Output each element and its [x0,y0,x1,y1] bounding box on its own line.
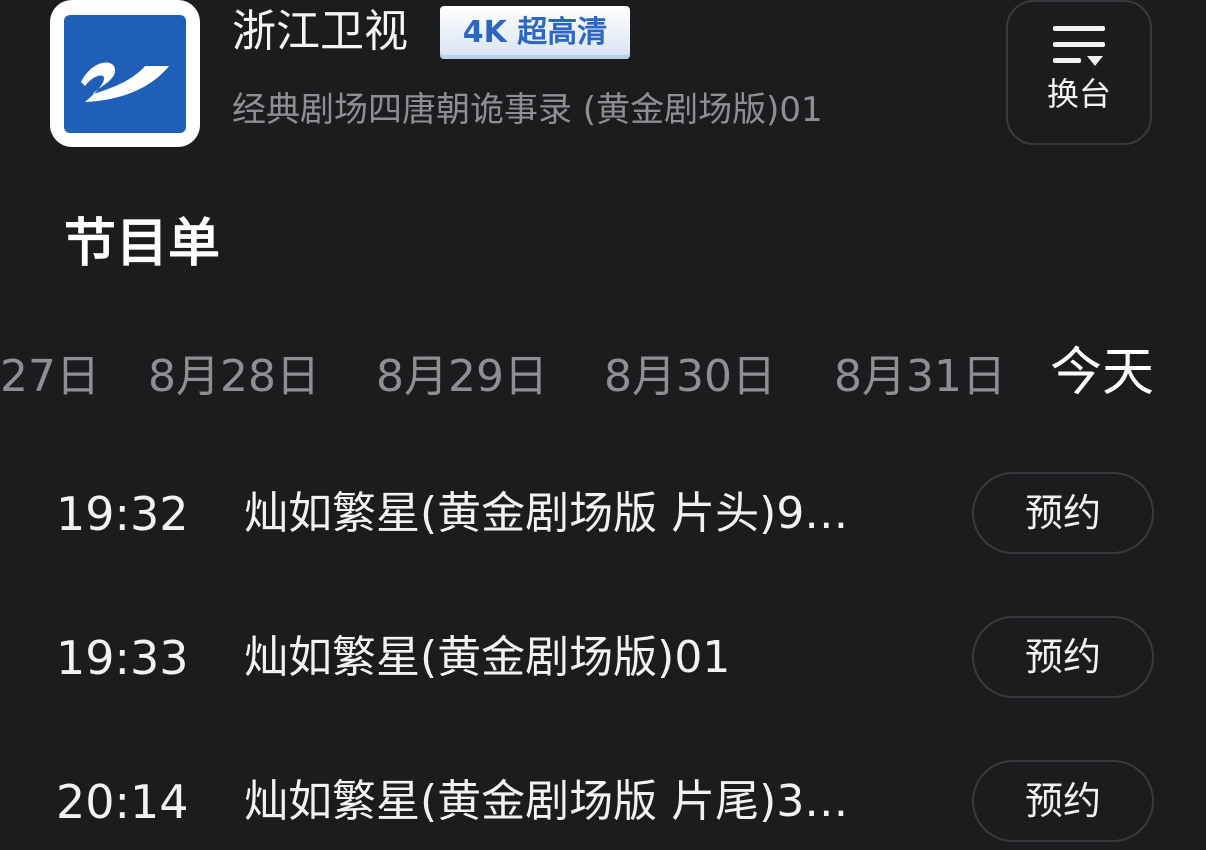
reserve-button[interactable]: 预约 [972,472,1154,554]
channel-name: 浙江卫视 [232,6,408,57]
program-title[interactable]: 灿如繁星(黄金剧场版 片头)9… [244,472,904,556]
schedule-title: 节目单 [64,214,221,274]
program-row: 20:14 灿如繁星(黄金剧场版 片尾)3… 预约 [0,760,1206,844]
date-tab[interactable]: 8月31日 [834,342,1006,412]
now-playing-text: 经典剧场四唐朝诡事录 (黄金剧场版)01 [232,90,823,130]
tv-program-guide: 浙江卫视 4K 超高清 经典剧场四唐朝诡事录 (黄金剧场版)01 换台 节目单 … [0,0,1206,850]
menu-filter-icon [1053,26,1105,66]
switch-channel-label: 换台 [1046,75,1111,113]
reserve-button[interactable]: 预约 [972,760,1154,842]
channel-logo[interactable] [50,0,200,147]
zhejiang-tv-logo-icon [64,14,186,133]
switch-channel-button[interactable]: 换台 [1006,0,1152,145]
date-tab[interactable]: 27日 [0,342,100,412]
reserve-button[interactable]: 预约 [972,616,1154,698]
date-tab[interactable]: 8月28日 [148,342,320,412]
date-tab[interactable]: 8月30日 [604,342,776,412]
program-row: 19:33 灿如繁星(黄金剧场版)01 预约 [0,616,1206,700]
date-tab[interactable]: 8月29日 [376,342,548,412]
date-tabs: 27日 8月28日 8月29日 8月30日 8月31日 今天 [0,342,1206,412]
quality-badge: 4K 超高清 [440,6,630,59]
program-row: 19:32 灿如繁星(黄金剧场版 片头)9… 预约 [0,472,1206,556]
program-title[interactable]: 灿如繁星(黄金剧场版)01 [244,616,904,700]
program-time: 19:32 [56,487,189,541]
date-tab-today[interactable]: 今天 [1050,338,1154,408]
program-time: 19:33 [56,631,189,685]
program-title[interactable]: 灿如繁星(黄金剧场版 片尾)3… [244,760,904,844]
program-time: 20:14 [56,775,189,829]
